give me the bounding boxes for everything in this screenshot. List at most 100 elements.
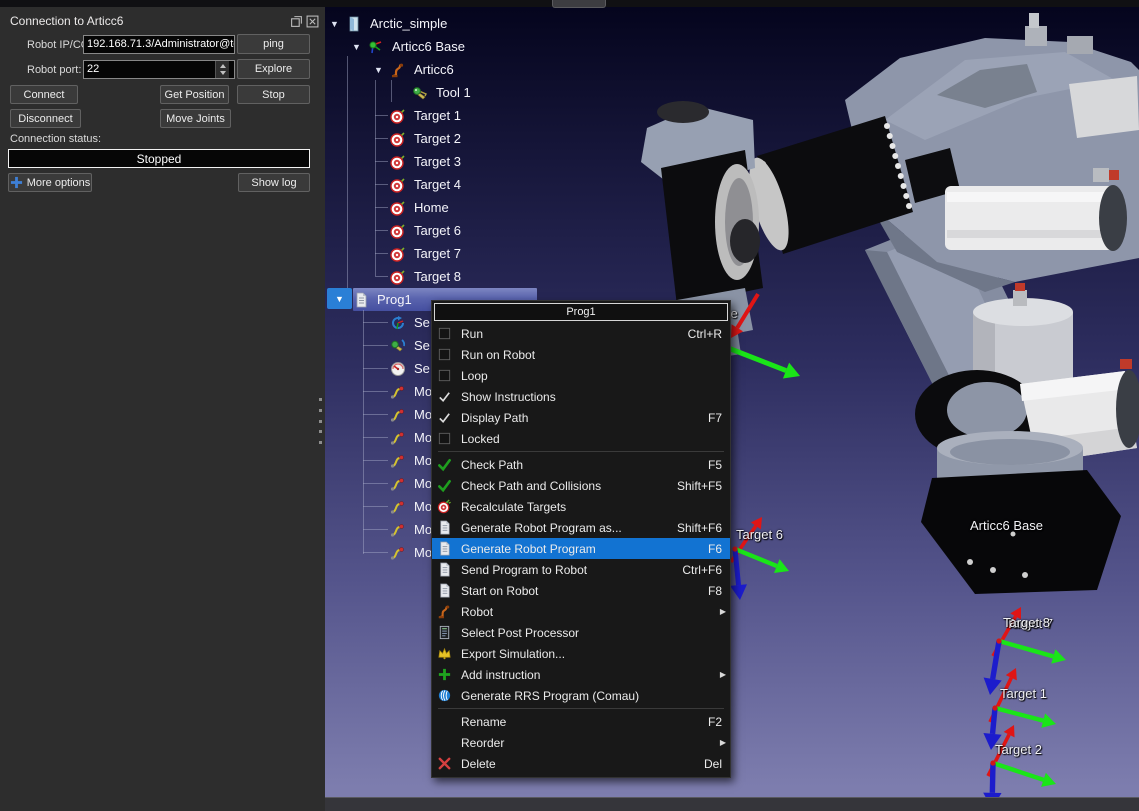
- target2-label[interactable]: Target 2: [995, 742, 1042, 757]
- no-icon: [437, 714, 459, 730]
- tree-item-label: Home: [414, 200, 449, 215]
- target-icon: [390, 131, 410, 147]
- plus-icon: [10, 176, 23, 189]
- no-icon: [437, 735, 459, 751]
- menu-item-check-path-and-collisions[interactable]: Check Path and CollisionsShift+F5: [432, 475, 730, 496]
- stop-button[interactable]: Stop: [237, 85, 310, 104]
- tree-item-label: Target 1: [414, 108, 461, 123]
- menu-item-start-on-robot[interactable]: Start on RobotF8: [432, 580, 730, 601]
- tree-item-label: Target 2: [414, 131, 461, 146]
- tree-item-arctic-simple[interactable]: ▼Arctic_simple: [330, 12, 447, 35]
- dock-splitter-handle[interactable]: [317, 398, 324, 444]
- menu-item-generate-robot-program[interactable]: Generate Robot ProgramF6: [432, 538, 730, 559]
- menu-shortcut: F7: [708, 411, 722, 425]
- menu-shortcut: F2: [708, 715, 722, 729]
- settool-icon: [390, 338, 410, 354]
- menu-item-loop[interactable]: Loop: [432, 365, 730, 386]
- menu-item-reorder[interactable]: Reorder▶: [432, 732, 730, 753]
- menu-item-robot[interactable]: Robot▶: [432, 601, 730, 622]
- check-icon: [437, 389, 459, 405]
- expand-arrow[interactable]: ▼: [352, 42, 368, 52]
- tree-item-label: Target 8: [414, 269, 461, 284]
- menu-item-label: Show Instructions: [459, 390, 722, 404]
- tree-item-tool-1[interactable]: Tool 1: [396, 81, 471, 104]
- ip-input[interactable]: 192.168.71.3/Administrator@tobi: [83, 35, 235, 54]
- menu-item-check-path[interactable]: Check PathF5: [432, 454, 730, 475]
- menu-separator: [438, 451, 724, 452]
- greencheck-icon: [437, 457, 459, 473]
- target-icon: [390, 246, 410, 262]
- menu-item-recalculate-targets[interactable]: Recalculate Targets: [432, 496, 730, 517]
- doc-icon: [437, 541, 459, 557]
- move-icon: [390, 407, 410, 423]
- menu-item-delete[interactable]: DeleteDel: [432, 753, 730, 774]
- move-icon: [390, 499, 410, 515]
- expand-arrow[interactable]: ▼: [330, 19, 346, 29]
- menu-item-display-path[interactable]: Display Path F7: [432, 407, 730, 428]
- menu-item-send-program-to-robot[interactable]: Send Program to RobotCtrl+F6: [432, 559, 730, 580]
- target8-label[interactable]: Target 8: [1003, 615, 1050, 630]
- move-icon: [390, 453, 410, 469]
- checkbox-icon: [437, 326, 459, 342]
- tree-item-label: Mo: [414, 545, 432, 560]
- connect-button[interactable]: Connect: [10, 85, 78, 104]
- menu-item-label: Select Post Processor: [459, 626, 722, 640]
- tree-item-articc6-base[interactable]: ▼ Articc6 Base: [352, 35, 465, 58]
- target6-label[interactable]: Target 6: [736, 527, 783, 542]
- checkbox-icon: [437, 368, 459, 384]
- delete-icon: [437, 756, 459, 772]
- menu-item-locked[interactable]: Locked: [432, 428, 730, 449]
- menu-item-select-post-processor[interactable]: Select Post Processor: [432, 622, 730, 643]
- disconnect-button[interactable]: Disconnect: [10, 109, 81, 128]
- tree-item-label: Mo: [414, 384, 432, 399]
- move-joints-button[interactable]: Move Joints: [160, 109, 231, 128]
- target-icon: [390, 108, 410, 124]
- toolbar-collapse-tab[interactable]: [552, 0, 606, 8]
- menu-item-export-simulation[interactable]: Export Simulation...: [432, 643, 730, 664]
- menu-item-label: Send Program to Robot: [459, 563, 664, 577]
- menu-item-label: Display Path: [459, 411, 690, 425]
- expand-arrow[interactable]: ▼: [374, 65, 390, 75]
- show-log-button[interactable]: Show log: [238, 173, 310, 192]
- status-label: Connection status:: [10, 133, 101, 145]
- panel-title: Connection to Articc6: [10, 14, 123, 28]
- menu-item-run[interactable]: RunCtrl+R: [432, 323, 730, 344]
- menu-shortcut: Shift+F6: [677, 521, 722, 535]
- tree-item-label: Articc6 Base: [392, 39, 465, 54]
- menu-item-label: Rename: [459, 715, 690, 729]
- expand-arrow[interactable]: ▼: [327, 288, 352, 309]
- submenu-arrow-icon: ▶: [720, 738, 726, 747]
- tree-item-label: Mo: [414, 499, 432, 514]
- menu-item-run-on-robot[interactable]: Run on Robot: [432, 344, 730, 365]
- tree-item-label: Prog1: [377, 292, 412, 307]
- menu-item-add-instruction[interactable]: Add instruction▶: [432, 664, 730, 685]
- tree-item-label: Se: [414, 315, 430, 330]
- menu-item-rename[interactable]: Rename F2: [432, 711, 730, 732]
- menu-item-show-instructions[interactable]: Show Instructions: [432, 386, 730, 407]
- base-label[interactable]: Articc6 Base: [970, 518, 1043, 533]
- tree-item-label: Mo: [414, 522, 432, 537]
- tree-item-label: Se: [414, 361, 430, 376]
- menu-item-generate-robot-program-as[interactable]: Generate Robot Program as...Shift+F6: [432, 517, 730, 538]
- menu-separator: [438, 708, 724, 709]
- target-icon: [390, 177, 410, 193]
- close-icon[interactable]: [306, 15, 319, 28]
- ping-button[interactable]: ping: [237, 34, 310, 54]
- recalc-icon: [437, 499, 459, 515]
- tree-item-label: Articc6: [414, 62, 454, 77]
- menu-item-label: Reorder: [459, 736, 722, 750]
- tool-icon: [412, 85, 432, 101]
- target-icon: [390, 200, 410, 216]
- get-position-button[interactable]: Get Position: [160, 85, 229, 104]
- menu-shortcut: Del: [704, 757, 722, 771]
- explore-button[interactable]: Explore: [237, 59, 310, 79]
- target-icon: [390, 269, 410, 285]
- port-spinner[interactable]: [215, 61, 229, 78]
- target1-label[interactable]: Target 1: [1000, 686, 1047, 701]
- tree-item-articc6[interactable]: ▼ Articc6: [374, 58, 454, 81]
- float-icon[interactable]: [290, 15, 303, 28]
- port-input[interactable]: 22: [83, 60, 235, 79]
- more-options-button[interactable]: More options: [8, 173, 92, 192]
- menu-item-generate-rrs-program-comau[interactable]: Generate RRS Program (Comau): [432, 685, 730, 706]
- checkbox-icon: [437, 347, 459, 363]
